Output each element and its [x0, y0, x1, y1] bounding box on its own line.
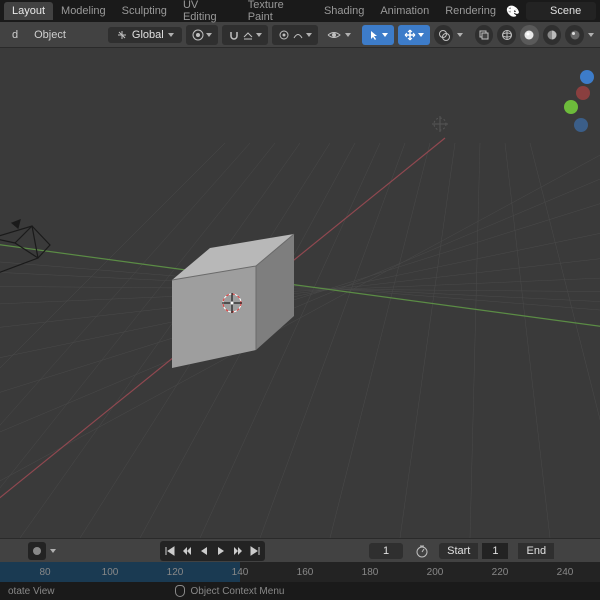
move-gizmo-icon — [404, 29, 416, 41]
camera-wireframe — [0, 220, 50, 273]
ruler-tick: 180 — [362, 567, 379, 578]
snap-dropdown[interactable] — [222, 25, 268, 45]
gizmo-axis-y[interactable] — [564, 100, 578, 114]
object-menu[interactable]: Object — [28, 29, 72, 41]
ruler-tick: 140 — [232, 567, 249, 578]
proportional-dropdown[interactable] — [272, 25, 318, 45]
gizmo-axis-z[interactable] — [580, 70, 594, 84]
select-gizmo-button[interactable] — [362, 25, 394, 45]
mouse-icon — [175, 585, 185, 597]
chevron-down-icon — [256, 33, 262, 37]
overlay-toggle-button[interactable] — [434, 25, 453, 45]
ruler-tick: 120 — [167, 567, 184, 578]
pivot-icon — [192, 29, 204, 41]
jump-end-button[interactable] — [247, 543, 263, 559]
ruler-tick: 200 — [427, 567, 444, 578]
play-button[interactable] — [213, 543, 229, 559]
tab-uv-editing[interactable]: UV Editing — [175, 0, 240, 26]
overlay-icon — [438, 29, 450, 41]
xray-button[interactable] — [475, 25, 494, 45]
chevron-down-icon[interactable] — [345, 33, 351, 37]
magnet-icon — [228, 29, 240, 41]
gizmo-toggle-button[interactable] — [398, 25, 430, 45]
pivot-dropdown[interactable] — [186, 25, 218, 45]
globe-axis-icon — [116, 29, 128, 41]
status-bar: otate View Object Context Menu — [0, 582, 600, 600]
chevron-down-icon[interactable] — [588, 33, 594, 37]
gizmo-axis-x[interactable] — [576, 86, 590, 100]
ruler-tick: 220 — [492, 567, 509, 578]
mode-partial: d — [6, 29, 24, 41]
viewport-3d[interactable] — [0, 48, 600, 538]
ruler-tick: 160 — [297, 567, 314, 578]
snap-increment-icon — [242, 29, 254, 41]
ruler-tick: 80 — [39, 567, 50, 578]
cube-object[interactable] — [172, 234, 294, 368]
frame-range-highlight — [0, 562, 240, 582]
shading-rendered-button[interactable] — [565, 25, 584, 45]
tab-shading[interactable]: Shading — [316, 2, 372, 20]
play-reverse-button[interactable] — [196, 543, 212, 559]
chevron-down-icon — [382, 33, 388, 37]
chevron-down-icon — [418, 33, 424, 37]
shading-wireframe-button[interactable] — [497, 25, 516, 45]
curve-icon — [292, 29, 304, 41]
current-frame-field[interactable]: 1 — [369, 543, 403, 559]
start-frame-field[interactable]: 1 — [482, 543, 508, 559]
scene-browse-icon[interactable] — [504, 2, 522, 20]
ruler-tick: 240 — [557, 567, 574, 578]
start-frame-label: Start — [439, 543, 478, 559]
jump-start-button[interactable] — [162, 543, 178, 559]
tab-animation[interactable]: Animation — [372, 2, 437, 20]
navigation-gizmo[interactable] — [528, 52, 596, 140]
chevron-down-icon[interactable] — [50, 549, 56, 553]
tab-sculpting[interactable]: Sculpting — [114, 2, 175, 20]
solid-sphere-icon — [523, 29, 535, 41]
tab-texture-paint[interactable]: Texture Paint — [240, 0, 316, 26]
cursor-arrow-icon — [368, 29, 380, 41]
auto-keying-button[interactable] — [28, 542, 46, 560]
chevron-down-icon — [306, 33, 312, 37]
keyframe-prev-button[interactable] — [179, 543, 195, 559]
playback-controls — [160, 541, 265, 561]
shading-material-button[interactable] — [543, 25, 562, 45]
gizmo-axis-neg[interactable] — [574, 118, 588, 132]
render-sphere-icon — [569, 29, 581, 41]
stopwatch-icon[interactable] — [415, 544, 429, 558]
orientation-label: Global — [132, 29, 164, 41]
workspace-tabs: Layout Modeling Sculpting UV Editing Tex… — [0, 0, 600, 22]
timeline-header: 1 Start 1 End — [0, 538, 600, 562]
chevron-down-icon — [168, 33, 174, 37]
grid-floor — [0, 128, 600, 538]
shading-solid-button[interactable] — [520, 25, 539, 45]
keyframe-next-button[interactable] — [230, 543, 246, 559]
empty-object — [432, 116, 448, 132]
tab-layout[interactable]: Layout — [4, 2, 53, 20]
ruler-tick: 100 — [102, 567, 119, 578]
viewport-header: d Object Global — [0, 22, 600, 48]
wireframe-icon — [501, 29, 513, 41]
hint-context-menu: Object Context Menu — [191, 586, 285, 597]
tab-modeling[interactable]: Modeling — [53, 2, 114, 20]
visibility-eye-icon[interactable] — [326, 27, 341, 43]
timeline-ruler[interactable]: 80 100 120 140 160 180 200 220 240 — [0, 562, 600, 582]
proportional-icon — [278, 29, 290, 41]
material-sphere-icon — [546, 29, 558, 41]
chevron-down-icon[interactable] — [457, 33, 463, 37]
record-dot-icon — [33, 547, 41, 555]
xray-icon — [478, 29, 490, 41]
transform-orientation-dropdown[interactable]: Global — [108, 27, 182, 43]
chevron-down-icon — [206, 33, 212, 37]
scene-name-field[interactable]: Scene — [526, 2, 596, 20]
hint-rotate-view: otate View — [8, 586, 55, 597]
end-frame-label: End — [518, 543, 554, 559]
tab-rendering[interactable]: Rendering — [437, 2, 504, 20]
